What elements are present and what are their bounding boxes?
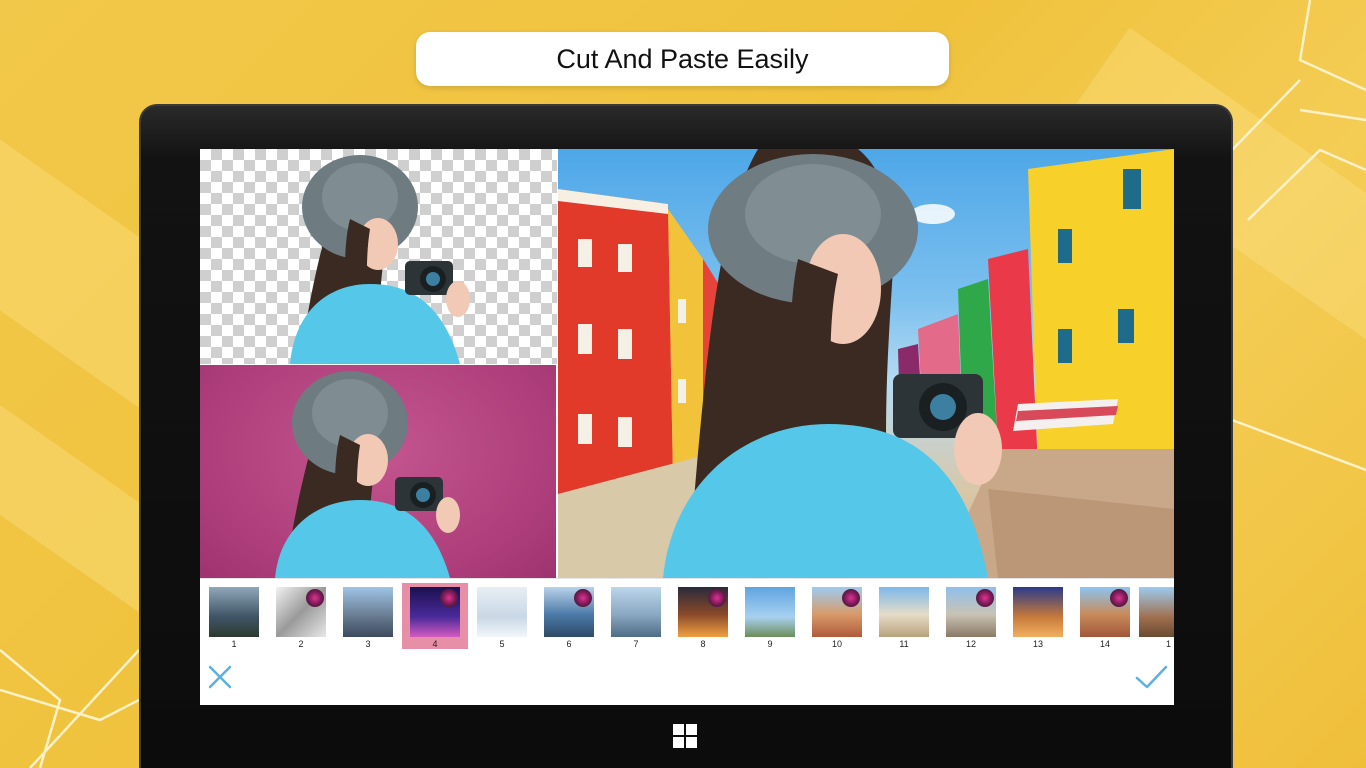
thumbnail-1[interactable]: 1 — [201, 583, 267, 649]
thumbnail-number: 12 — [965, 639, 976, 649]
thumbnail-4-selected[interactable]: 4 — [402, 583, 468, 649]
thumbnail-number: 4 — [432, 639, 438, 649]
pink-background-panel[interactable] — [200, 365, 556, 578]
thumbnail-image — [879, 587, 929, 637]
thumbnail-8[interactable]: 8 — [670, 583, 736, 649]
thumbnail-image — [946, 587, 996, 637]
transparent-cutout-panel[interactable] — [200, 149, 557, 364]
thumbnail-6[interactable]: 6 — [536, 583, 602, 649]
thumbnail-image — [1139, 587, 1174, 637]
thumbnail-image — [1080, 587, 1130, 637]
thumbnail-number: 8 — [700, 639, 706, 649]
windows-logo-icon[interactable] — [673, 724, 697, 748]
thumbnail-image — [1013, 587, 1063, 637]
thumbnail-number: 6 — [566, 639, 572, 649]
thumbnail-14[interactable]: 14 — [1072, 583, 1138, 649]
woman-pink-illustration — [275, 371, 460, 578]
thumbnail-number: 5 — [499, 639, 505, 649]
street-scene-illustration — [558, 149, 1174, 578]
thumbnail-image — [343, 587, 393, 637]
thumbnail-number: 1 — [1165, 639, 1171, 649]
thumbnail-2[interactable]: 2 — [268, 583, 334, 649]
thumbnail-number: 2 — [298, 639, 304, 649]
thumbnail-image — [745, 587, 795, 637]
thumbnail-image — [276, 587, 326, 637]
thumbnail-image — [544, 587, 594, 637]
thumbnail-5[interactable]: 5 — [469, 583, 535, 649]
thumbnail-3[interactable]: 3 — [335, 583, 401, 649]
thumbnail-image — [410, 587, 460, 637]
thumbnail-number: 9 — [767, 639, 773, 649]
close-icon[interactable] — [202, 659, 242, 699]
headline-text: Cut And Paste Easily — [556, 43, 809, 74]
thumbnail-12[interactable]: 12 — [938, 583, 1004, 649]
thumbnail-11[interactable]: 11 — [871, 583, 937, 649]
thumbnail-image — [611, 587, 661, 637]
thumbnail-number: 1 — [231, 639, 237, 649]
thumbnail-15-partial[interactable]: 1 — [1139, 583, 1174, 649]
thumbnail-9[interactable]: 9 — [737, 583, 803, 649]
thumbnail-number: 3 — [365, 639, 371, 649]
check-icon[interactable] — [1132, 659, 1172, 699]
thumbnail-10[interactable]: 10 — [804, 583, 870, 649]
headline-banner: Cut And Paste Easily — [416, 32, 949, 86]
thumbnail-7[interactable]: 7 — [603, 583, 669, 649]
app-screen: 1 2 3 4 5 6 7 8 9 10 11 12 13 14 1 — [200, 149, 1174, 705]
thumbnail-image — [477, 587, 527, 637]
composite-scene-panel[interactable] — [558, 149, 1174, 578]
thumbnail-number: 7 — [633, 639, 639, 649]
thumbnail-number: 13 — [1032, 639, 1043, 649]
thumbnail-image — [678, 587, 728, 637]
thumbnail-image — [812, 587, 862, 637]
thumbnail-number: 10 — [831, 639, 842, 649]
thumbnail-13[interactable]: 13 — [1005, 583, 1071, 649]
thumbnail-number: 14 — [1099, 639, 1110, 649]
woman-cutout-illustration — [290, 155, 470, 364]
background-thumbnail-strip[interactable]: 1 2 3 4 5 6 7 8 9 10 11 12 13 14 1 — [200, 578, 1174, 654]
action-bar — [200, 654, 1174, 705]
thumbnail-image — [209, 587, 259, 637]
thumbnail-number: 11 — [899, 639, 909, 649]
